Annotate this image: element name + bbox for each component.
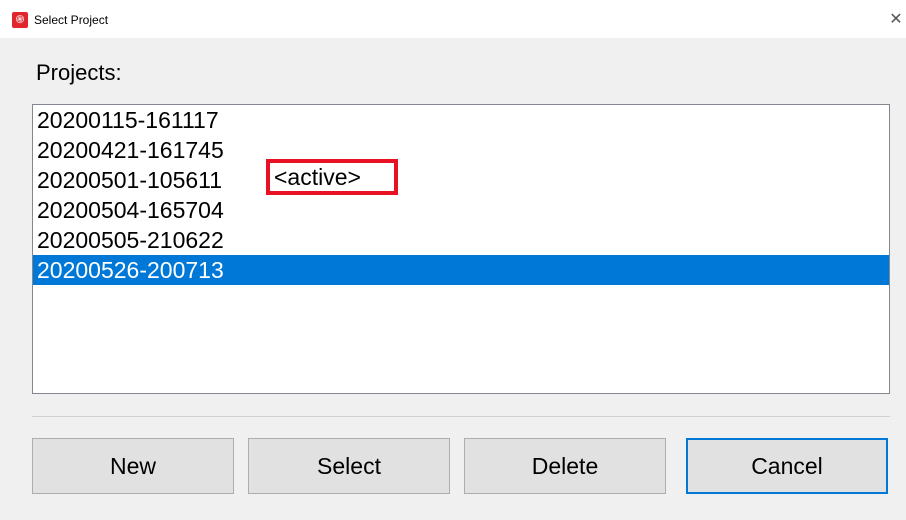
list-item[interactable]: 20200501-105611 <active> bbox=[33, 159, 889, 195]
title-bar: ֍ Select Project ✕ bbox=[0, 0, 906, 38]
project-name: 20200504-165704 bbox=[37, 197, 224, 223]
list-item-selected[interactable]: 20200526-200713 bbox=[33, 255, 889, 285]
project-name: 20200505-210622 bbox=[37, 227, 224, 253]
projects-label: Projects: bbox=[36, 60, 122, 85]
list-item[interactable]: 20200505-210622 bbox=[33, 225, 889, 255]
list-item[interactable]: 20200115-161117 bbox=[33, 105, 889, 135]
active-tag-highlight: <active> bbox=[266, 159, 398, 195]
project-name: 20200115-161117 bbox=[37, 107, 219, 133]
list-item[interactable]: 20200504-165704 bbox=[33, 195, 889, 225]
new-button[interactable]: New bbox=[32, 438, 234, 494]
window-title: Select Project bbox=[34, 13, 109, 27]
project-name: 20200526-200713 bbox=[37, 257, 224, 283]
list-item[interactable]: 20200421-161745 bbox=[33, 135, 889, 165]
select-project-dialog: ֍ Select Project ✕ Projects: 20200115-16… bbox=[0, 0, 906, 520]
delete-button[interactable]: Delete bbox=[464, 438, 666, 494]
projects-listbox[interactable]: 20200115-161117 20200421-161745 20200501… bbox=[32, 104, 890, 394]
project-name: 20200501-105611 bbox=[37, 167, 223, 193]
project-name: 20200421-161745 bbox=[37, 137, 224, 163]
cancel-button[interactable]: Cancel bbox=[686, 438, 888, 494]
select-button[interactable]: Select bbox=[248, 438, 450, 494]
close-button[interactable]: ✕ bbox=[886, 6, 906, 32]
divider bbox=[32, 416, 890, 417]
app-logo-icon: ֍ bbox=[12, 12, 28, 28]
